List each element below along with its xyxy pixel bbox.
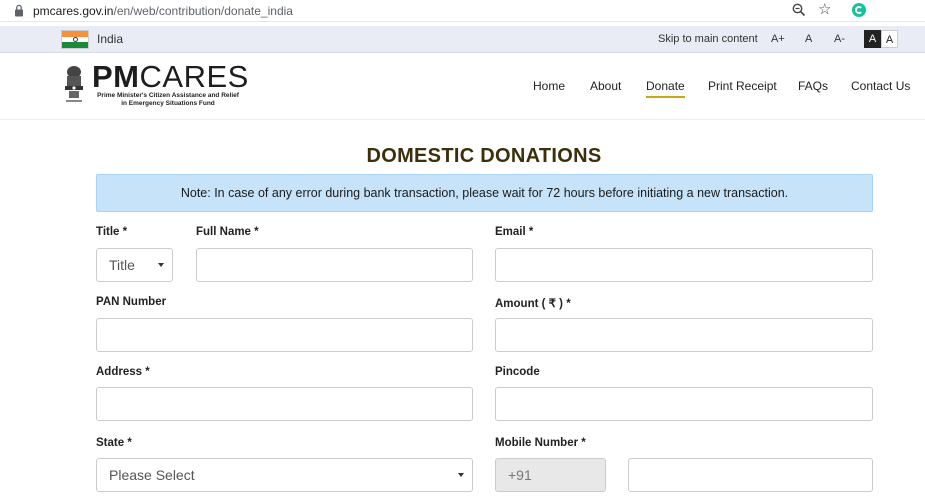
full-name-input[interactable] [196, 248, 473, 282]
title-select-value: Title [109, 257, 135, 273]
pincode-input[interactable] [495, 387, 873, 421]
state-label: State * [96, 437, 132, 449]
url-path: /en/web/contribution/donate_india [113, 4, 293, 18]
title-select[interactable]: Title [96, 248, 173, 282]
amount-input[interactable] [495, 318, 873, 352]
bookmark-star-icon[interactable]: ☆ [818, 2, 831, 18]
pmcares-logo[interactable]: PMCARES [92, 61, 249, 93]
pan-number-label: PAN Number [96, 296, 167, 308]
mobile-number-input[interactable] [628, 458, 873, 492]
logo-subtitle: Prime Minister's Citizen Assistance and … [92, 92, 244, 107]
state-select[interactable]: Please Select [96, 458, 473, 492]
logo-subtitle-line2: in Emergency Situations Fund [121, 99, 215, 107]
font-decrease-button[interactable]: A- [834, 33, 845, 45]
high-contrast-button[interactable]: A [864, 30, 881, 48]
national-emblem-icon [65, 66, 83, 102]
url-domain: pmcares.gov.in [33, 4, 114, 18]
zoom-icon[interactable] [792, 3, 806, 17]
utility-bar: India Skip to main content A+ A A- A A [0, 26, 925, 53]
mobile-number-label: Mobile Number * [495, 437, 586, 449]
address-label: Address * [96, 366, 150, 378]
site-header: PMCARES Prime Minister's Citizen Assista… [0, 54, 925, 120]
nav-faqs[interactable]: FAQs [798, 79, 828, 93]
browser-address-bar: pmcares.gov.in/en/web/contribution/donat… [0, 0, 925, 22]
mobile-country-code: +91 [495, 458, 606, 492]
caret-down-icon [458, 473, 464, 477]
logo-cares-text: CARES [139, 59, 249, 94]
font-increase-button[interactable]: A+ [771, 33, 785, 45]
country-label: India [97, 32, 124, 46]
url-text[interactable]: pmcares.gov.in/en/web/contribution/donat… [33, 4, 293, 18]
nav-contact-us[interactable]: Contact Us [851, 79, 910, 93]
nav-donate[interactable]: Donate [646, 79, 685, 98]
pan-number-input[interactable] [96, 318, 473, 352]
lock-icon [15, 4, 23, 17]
pincode-label: Pincode [495, 366, 540, 378]
nav-print-receipt[interactable]: Print Receipt [708, 79, 777, 93]
normal-contrast-button[interactable]: A [881, 30, 898, 48]
india-flag-icon [61, 30, 89, 49]
nav-about[interactable]: About [590, 79, 621, 93]
email-input[interactable] [495, 248, 873, 282]
logo-subtitle-line1: Prime Minister's Citizen Assistance and … [97, 92, 239, 99]
amount-label: Amount ( ₹ ) * [495, 298, 571, 310]
font-normal-button[interactable]: A [805, 33, 812, 45]
caret-down-icon [158, 263, 164, 267]
logo-pm-text: PM [92, 59, 140, 94]
address-input[interactable] [96, 387, 473, 421]
full-name-label: Full Name * [196, 226, 259, 238]
nav-home[interactable]: Home [533, 79, 565, 93]
title-label: Title * [96, 226, 128, 238]
state-select-value: Please Select [109, 467, 195, 483]
grammarly-extension-icon[interactable] [852, 3, 866, 17]
skip-to-main-link[interactable]: Skip to main content [658, 33, 758, 45]
page-title: DOMESTIC DONATIONS [366, 145, 602, 167]
transaction-note: Note: In case of any error during bank t… [96, 174, 873, 212]
email-label: Email * [495, 226, 534, 238]
